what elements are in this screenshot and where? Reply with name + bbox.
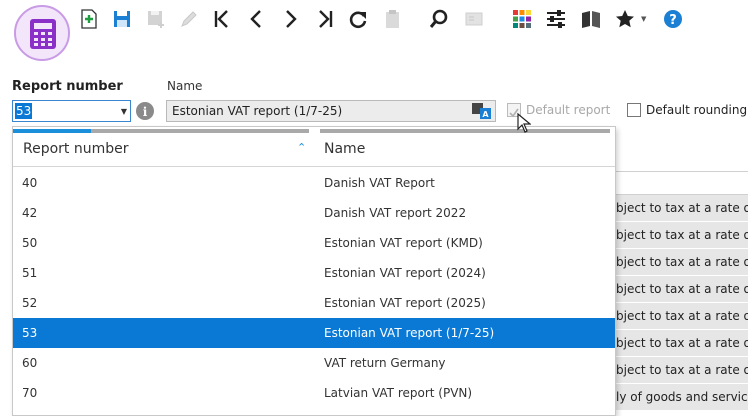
mouse-cursor-icon [517,112,532,137]
table-row: ly of goods and service [600,384,748,411]
table-row: bject to tax at a rate o [600,330,748,357]
previous-icon[interactable] [245,8,267,30]
list-item-number: 70 [22,386,38,400]
book-icon[interactable] [580,8,602,30]
list-item-name: Estonian VAT report (2024) [324,266,486,280]
list-item-number: 53 [22,326,38,340]
report-number-label: Report number [12,79,123,94]
translate-icon[interactable]: A [471,102,493,120]
list-item-name: Estonian VAT report (KMD) [324,236,483,250]
settings-sliders-icon[interactable] [545,8,567,30]
last-icon[interactable] [314,8,336,30]
column-resize-bar[interactable] [320,129,610,133]
list-item-name: VAT return Germany [324,356,446,370]
list-item-number: 50 [22,236,38,250]
column-header-report-number[interactable]: Report number [23,141,129,157]
background-grid-header [600,171,748,195]
refresh-icon[interactable] [347,8,369,30]
calculator-logo [14,5,70,61]
list-item-name: Estonian VAT report (2025) [324,296,486,310]
table-row: bject to tax at a rate o [600,249,748,276]
name-label: Name [167,79,203,93]
list-item[interactable]: 60 VAT return Germany [13,348,615,378]
edit-disabled-icon [178,8,200,30]
search-icon[interactable] [428,8,450,30]
column-sort-accent [13,129,91,133]
star-dropdown-caret[interactable]: ▼ [641,15,646,23]
new-icon[interactable] [78,8,100,30]
default-rounding-checkbox[interactable] [627,103,641,117]
list-item-number: 52 [22,296,38,310]
report-number-dropdown[interactable]: Report number ⌃ Name 40 Danish VAT Repor… [12,126,616,416]
svg-text:?: ? [669,13,677,28]
svg-text:i: i [143,105,148,119]
table-row: bject to tax at a rate o [600,195,748,222]
toolbar: ▼ ? [0,0,748,78]
list-item[interactable]: 42 Danish VAT report 2022 [13,198,615,228]
chevron-down-icon[interactable]: ▼ [121,107,127,116]
report-number-value[interactable]: 53 [15,103,33,119]
table-row: bject to tax at a rate o [600,357,748,384]
list-item[interactable]: 40 Danish VAT Report [13,168,615,198]
name-field[interactable]: Estonian VAT report (1/7-25) [166,100,496,122]
table-row: bject to tax at a rate o [600,276,748,303]
column-header-name[interactable]: Name [324,141,365,157]
list-item[interactable]: 70 Latvian VAT report (PVN) [13,378,615,408]
list-item-name: Estonian VAT report (1/7-25) [324,326,495,340]
list-item-name: Latvian VAT report (PVN) [324,386,473,400]
save-disabled-icon [145,8,167,30]
list-item[interactable]: 52 Estonian VAT report (2025) [13,288,615,318]
star-icon[interactable] [614,8,636,30]
default-rounding-label: Default rounding [646,103,748,117]
list-item[interactable]: 51 Estonian VAT report (2024) [13,258,615,288]
clipboard-disabled-icon [381,8,403,30]
list-item-name: Danish VAT Report [324,176,435,190]
report-number-select[interactable]: 53 ▼ [12,100,131,122]
list-item-number: 40 [22,176,38,190]
list-item-number: 51 [22,266,38,280]
table-row: bject to tax at a rate o [600,303,748,330]
svg-text:A: A [482,110,489,119]
first-icon[interactable] [211,8,233,30]
background-grid: bject to tax at a rate o bject to tax at… [600,171,748,411]
color-grid-icon[interactable] [511,8,533,30]
list-item-selected[interactable]: 53 Estonian VAT report (1/7-25) [13,318,615,348]
card-disabled-icon [463,8,485,30]
sort-ascending-icon[interactable]: ⌃ [297,141,306,154]
list-item-name: Danish VAT report 2022 [324,206,467,220]
list-item-number: 42 [22,206,38,220]
next-icon[interactable] [280,8,302,30]
list-item-number: 60 [22,356,38,370]
help-icon[interactable]: ? [662,8,684,30]
list-item[interactable]: 50 Estonian VAT report (KMD) [13,228,615,258]
save-icon[interactable] [111,8,133,30]
default-report-label: Default report [526,103,611,117]
info-icon[interactable]: i [135,101,155,121]
table-row: bject to tax at a rate o [600,222,748,249]
